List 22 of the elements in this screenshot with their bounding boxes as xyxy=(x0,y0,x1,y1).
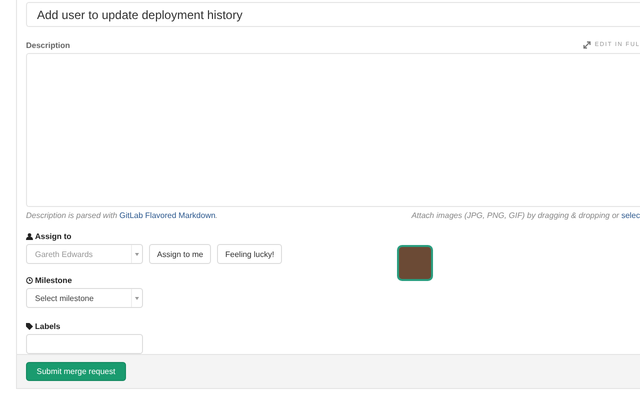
assign-button[interactable]: Feeling lucky! xyxy=(217,244,282,264)
labels-field[interactable] xyxy=(26,334,143,354)
attach-hint: Attach images (JPG, PNG, GIF) by dragging & dropping or selec xyxy=(411,211,640,220)
clock-icon xyxy=(26,276,33,284)
milestone-select[interactable]: Select milestone xyxy=(26,288,143,308)
caret-icon xyxy=(135,296,139,300)
description-label: Description xyxy=(26,40,70,50)
expand-icon xyxy=(582,41,591,49)
markdown-hint: Description is parsed with GitLab Flavored Markdown. xyxy=(26,211,218,220)
markdown-link[interactable]: GitLab Flavored Markdown xyxy=(119,211,216,220)
labels-label: Labels xyxy=(35,322,60,330)
milestone-label: Milestone xyxy=(35,276,72,284)
select-file-link[interactable]: selec xyxy=(621,211,640,220)
caret-icon xyxy=(135,252,139,256)
user-icon xyxy=(26,232,33,240)
title-field[interactable]: Add user to update deployment history xyxy=(26,2,640,27)
assign-label: Assign to xyxy=(35,232,72,240)
tag-icon xyxy=(26,322,33,330)
description-field[interactable] xyxy=(26,53,640,207)
assign-button[interactable]: Assign to me xyxy=(149,244,212,264)
submit-button[interactable]: Submit merge request xyxy=(26,362,126,381)
avatar-photo-placeholder xyxy=(397,245,434,281)
